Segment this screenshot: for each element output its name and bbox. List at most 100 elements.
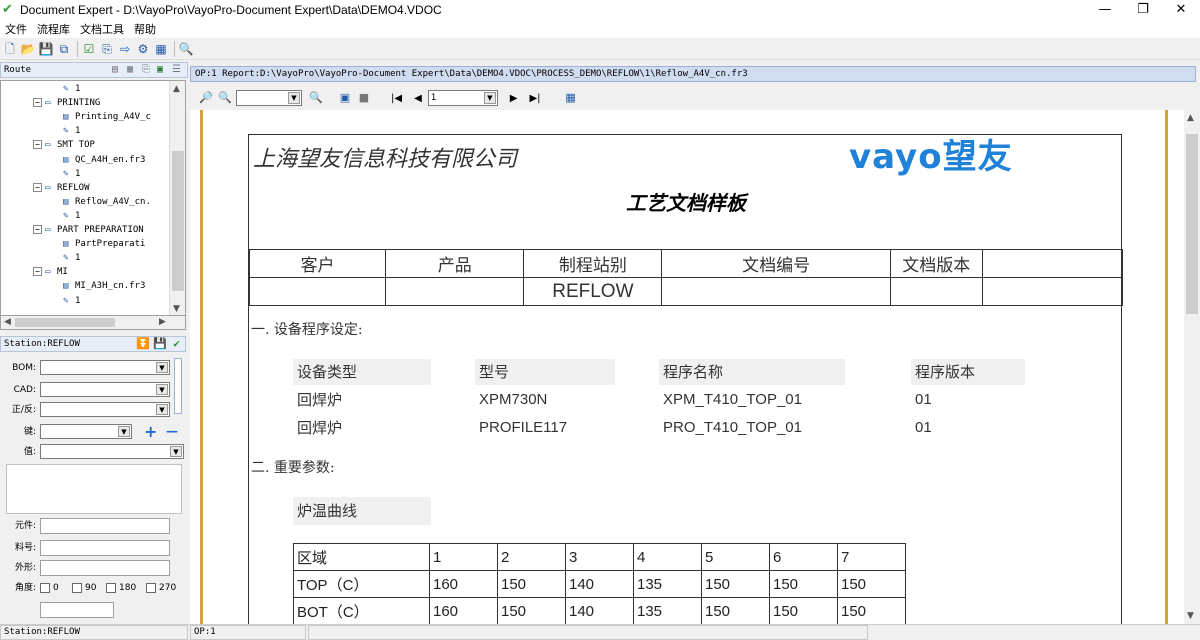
chevron-down-icon[interactable]: ▼ <box>170 446 182 457</box>
remove-key-button[interactable]: — <box>166 424 178 438</box>
tree-node[interactable]: − ▭ MI <box>33 266 68 279</box>
scroll-down-icon[interactable]: ▼ <box>173 303 180 315</box>
menu-flow-library[interactable]: 流程库 <box>32 21 75 37</box>
properties-icon[interactable]: ⚙ <box>135 41 151 57</box>
preview-icon[interactable]: 🔍 <box>178 41 194 57</box>
collapse-icon[interactable]: − <box>33 98 42 108</box>
chevron-down-icon[interactable]: ▼ <box>288 92 300 104</box>
save-as-icon[interactable]: ⧉ <box>56 41 72 57</box>
chevron-down-icon[interactable]: ▼ <box>156 404 168 415</box>
menu-file[interactable]: 文件 <box>0 21 32 37</box>
document-view[interactable]: ▲ ▼ 上海望友信息科技有限公司 vayo望友 工艺文档样板 客户 产品 制程站… <box>190 110 1200 625</box>
design-icon[interactable]: ▣ <box>337 90 353 106</box>
route-title: Route <box>4 65 32 75</box>
tree-item-label: QC_A4H_en.fr3 <box>75 154 146 165</box>
menu-help[interactable]: 帮助 <box>129 21 161 37</box>
scroll-up-icon[interactable]: ▲ <box>173 83 180 95</box>
tree-vertical-scrollbar[interactable]: ▲ ▼ <box>169 81 185 315</box>
stop-icon[interactable]: ■ <box>356 90 372 106</box>
zoom-out-icon[interactable]: 🔎 <box>198 90 214 106</box>
cad-select[interactable]: ▼ <box>40 382 170 397</box>
tree-item[interactable]: ✎ 1 <box>63 83 80 96</box>
tree-node[interactable]: − ▭ PRINTING <box>33 97 100 110</box>
export-icon[interactable]: ⇨ <box>117 41 133 57</box>
route-module-icon[interactable]: ▣ <box>157 64 169 76</box>
tree-node[interactable]: − ▭ PART PREPARATION <box>33 224 144 237</box>
tree-horizontal-scrollbar[interactable]: ◀ ▶ <box>0 316 186 330</box>
tree-hscroll-thumb[interactable] <box>15 318 115 327</box>
angle-270-checkbox[interactable]: 270 <box>146 580 176 596</box>
collapse-icon[interactable]: − <box>33 140 42 150</box>
tree-item[interactable]: ▤ PartPreparati <box>63 238 145 251</box>
page-number-select[interactable]: 1 ▼ <box>427 90 498 106</box>
scroll-up-icon[interactable]: ▲ <box>1187 112 1194 124</box>
prev-page-icon[interactable]: ◀ <box>414 93 422 104</box>
scroll-left-icon[interactable]: ◀ <box>4 316 11 328</box>
tree-node[interactable]: − ▭ REFLOW <box>33 182 90 195</box>
tree-item[interactable]: ✎ 1 <box>63 210 80 223</box>
chevron-down-icon[interactable]: ▼ <box>156 362 168 373</box>
first-page-icon[interactable]: |◀ <box>391 93 402 104</box>
chevron-down-icon[interactable]: ▼ <box>156 384 168 395</box>
tree-item[interactable]: ✎ 1 <box>63 125 80 138</box>
next-page-icon[interactable]: ▶ <box>510 93 518 104</box>
tree-scroll-thumb[interactable] <box>172 151 184 291</box>
angle-custom-input[interactable] <box>40 602 114 618</box>
pn-input[interactable] <box>40 540 170 556</box>
save-icon[interactable]: 💾 <box>38 41 54 57</box>
tree-item[interactable]: ▤ QC_A4H_en.fr3 <box>63 154 145 167</box>
tree-item[interactable]: ▤ Reflow_A4V_cn. <box>63 196 151 209</box>
check-icon[interactable]: ☑ <box>81 41 97 57</box>
shape-input[interactable] <box>40 560 170 576</box>
route-list-icon[interactable]: ☰ <box>172 64 184 76</box>
tree-item[interactable]: ✎ 1 <box>63 168 80 181</box>
zone-cell: 5 <box>701 543 770 571</box>
layout-icon[interactable]: ▦ <box>153 41 169 57</box>
route-tree[interactable]: ✎ 1− ▭ PRINTING ▤ Printing_A4V_c ✎ 1− ▭ SMT TOP ▤ Q… <box>0 80 186 316</box>
route-copy-icon[interactable]: ⎘ <box>142 64 154 76</box>
open-folder-icon[interactable]: 📂 <box>20 41 36 57</box>
add-key-button[interactable]: + <box>144 422 157 441</box>
calendar-icon[interactable]: ▦ <box>563 90 579 106</box>
close-button[interactable]: ✕ <box>1162 0 1200 20</box>
expand-down-icon[interactable]: ⏬ <box>136 338 150 350</box>
document-scroll-thumb[interactable] <box>1186 134 1198 314</box>
pn-label: 料号: <box>14 543 36 553</box>
zoom-page-icon[interactable]: 🔍 <box>308 90 324 106</box>
attribute-list[interactable] <box>6 464 182 514</box>
value-select[interactable]: ▼ <box>40 444 184 459</box>
zoom-in-icon[interactable]: 🔍 <box>217 90 233 106</box>
tree-item[interactable]: ✎ 1 <box>63 252 80 265</box>
tree-item[interactable]: ✎ 1 <box>63 295 80 308</box>
bom-select[interactable]: ▼ <box>40 360 170 375</box>
side-select[interactable]: ▼ <box>40 402 170 417</box>
route-grid-icon[interactable]: ▦ <box>127 64 139 76</box>
last-page-icon[interactable]: ▶| <box>529 93 540 104</box>
collapse-icon[interactable]: − <box>33 267 42 277</box>
copy-icon[interactable]: ⎘ <box>99 41 115 57</box>
angle-180-checkbox[interactable]: 180 <box>106 580 136 596</box>
form-scrollbar[interactable] <box>174 358 182 414</box>
new-file-icon[interactable]: 🗋 <box>2 41 18 57</box>
tree-item[interactable]: ▤ Printing_A4V_c <box>63 111 151 124</box>
minimize-button[interactable]: — <box>1086 0 1124 20</box>
menu-doc-tools[interactable]: 文档工具 <box>75 21 129 37</box>
route-add-icon[interactable]: ▤ <box>112 64 124 76</box>
maximize-button[interactable]: ❐ <box>1124 0 1162 20</box>
angle-90-checkbox[interactable]: 90 <box>72 580 96 596</box>
angle-0-checkbox[interactable]: 0 <box>40 580 59 596</box>
scroll-down-icon[interactable]: ▼ <box>1187 610 1194 622</box>
document-scrollbar[interactable]: ▲ ▼ <box>1184 110 1200 624</box>
station-save-icon[interactable]: 💾 <box>153 338 167 350</box>
tree-item[interactable]: ▤ MI_A3H_cn.fr3 <box>63 280 145 293</box>
chevron-down-icon[interactable]: ▼ <box>483 92 496 104</box>
key-select[interactable]: ▼ <box>40 424 132 439</box>
collapse-icon[interactable]: − <box>33 182 42 192</box>
chevron-down-icon[interactable]: ▼ <box>118 426 130 437</box>
confirm-check-icon[interactable]: ✔ <box>170 338 183 350</box>
scroll-right-icon[interactable]: ▶ <box>159 316 166 328</box>
zoom-select[interactable]: ▼ <box>236 90 302 106</box>
collapse-icon[interactable]: − <box>33 225 42 234</box>
part-input[interactable] <box>40 518 170 534</box>
tree-node[interactable]: − ▭ SMT TOP <box>33 139 95 152</box>
